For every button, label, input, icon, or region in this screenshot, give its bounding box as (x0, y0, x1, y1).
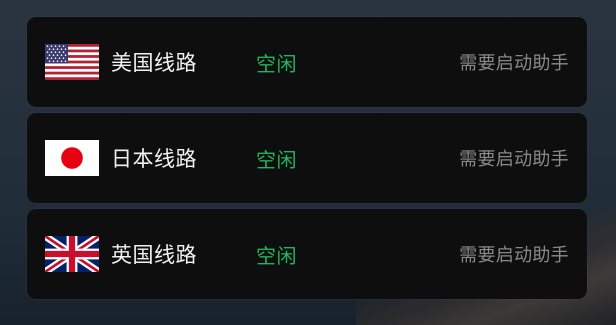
jp-flag-icon (45, 140, 99, 176)
route-item-jp[interactable]: 日本线路 空闲 需要启动助手 (27, 113, 587, 203)
route-hint: 需要启动助手 (459, 245, 569, 266)
route-hint: 需要启动助手 (459, 53, 569, 74)
route-status: 空闲 (256, 51, 297, 76)
route-list: 美国线路 空闲 需要启动助手 日本线路 空闲 需要启动助手 英国线路 空闲 需要… (27, 17, 587, 299)
route-status: 空闲 (256, 147, 297, 172)
route-hint: 需要启动助手 (459, 149, 569, 170)
route-name: 英国线路 (111, 243, 197, 267)
route-item-us[interactable]: 美国线路 空闲 需要启动助手 (27, 17, 587, 107)
us-flag-icon (45, 44, 99, 80)
route-item-uk[interactable]: 英国线路 空闲 需要启动助手 (27, 209, 587, 299)
uk-flag-icon (45, 236, 99, 272)
route-status: 空闲 (256, 243, 297, 268)
route-name: 日本线路 (111, 147, 197, 171)
route-name: 美国线路 (111, 51, 197, 75)
